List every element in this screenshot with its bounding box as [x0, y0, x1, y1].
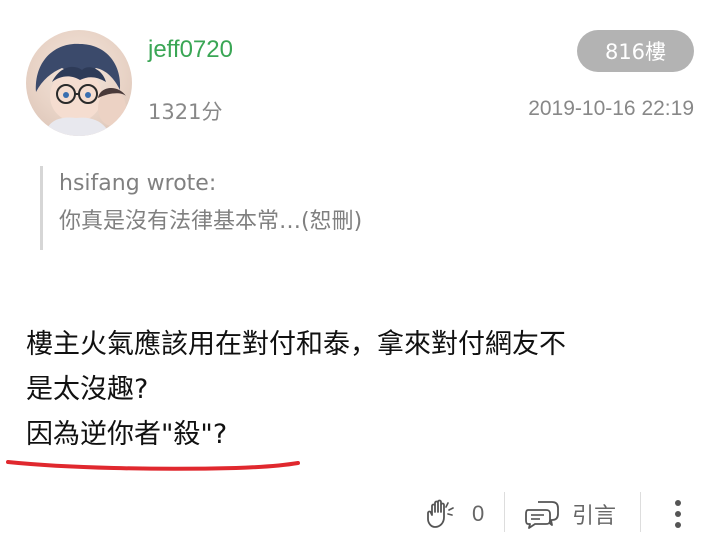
action-divider — [640, 492, 641, 532]
quote-reply-label: 引言 — [572, 504, 617, 529]
username[interactable]: jeff0720 — [148, 36, 233, 64]
avatar-image — [35, 43, 126, 136]
quote-text[interactable]: 你真是沒有法律基本常…(恕刪) — [59, 202, 680, 242]
more-options-button[interactable] — [664, 494, 692, 534]
like-count: 0 — [472, 501, 485, 526]
post-actions: 0 引言 — [0, 488, 720, 538]
user-score: 1321分 — [148, 100, 223, 124]
post-body-line: 因為逆你者"殺"? — [26, 419, 228, 450]
vertical-dots-icon — [675, 500, 681, 528]
speech-bubble-icon — [525, 501, 559, 529]
quote-author: hsifang wrote: — [59, 171, 217, 196]
action-divider — [504, 492, 505, 532]
quote-reply-button[interactable]: 引言 — [524, 494, 616, 534]
post-body: 樓主火氣應該用在對付和泰，拿來對付網友不 是太沒趣? 因為逆你者"殺"? — [26, 322, 696, 457]
quote-block: hsifang wrote: 你真是沒有法律基本常…(恕刪) — [40, 166, 680, 250]
post-timestamp: 2019-10-16 22:19 — [528, 97, 694, 120]
clap-hands-icon — [427, 499, 454, 528]
like-button[interactable]: 0 — [424, 494, 484, 534]
avatar[interactable] — [26, 30, 132, 136]
floor-badge[interactable]: 816樓 — [577, 30, 694, 72]
post-body-line: 樓主火氣應該用在對付和泰，拿來對付網友不 — [26, 329, 566, 360]
red-underline-annotation — [6, 460, 300, 471]
post-body-line: 是太沒趣? — [26, 374, 149, 405]
